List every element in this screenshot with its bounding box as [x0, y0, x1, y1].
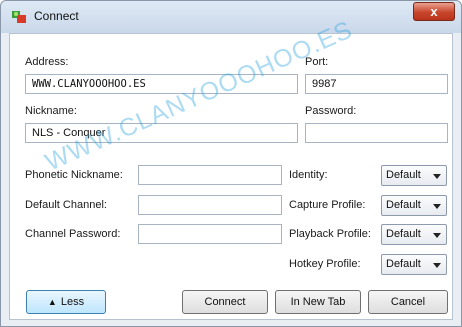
hotkey-profile-select[interactable]: Default [381, 254, 447, 275]
identity-label: Identity: [289, 169, 328, 181]
capture-profile-select[interactable]: Default [381, 195, 447, 216]
default-channel-input[interactable] [138, 195, 282, 215]
playback-profile-label: Playback Profile: [289, 228, 371, 240]
in-new-tab-button[interactable]: In New Tab [275, 290, 361, 314]
hotkey-profile-value: Default [386, 258, 421, 270]
password-label: Password: [305, 105, 357, 117]
phonetic-nickname-input[interactable] [138, 165, 282, 185]
port-label: Port: [305, 56, 329, 68]
password-input[interactable] [305, 123, 448, 143]
connect-dialog: Connect x Address: WWW.CLANYOOOHOO.ES Po… [0, 0, 462, 327]
phonetic-nickname-label: Phonetic Nickname: [25, 169, 123, 181]
identity-value: Default [386, 169, 421, 181]
identity-select[interactable]: Default [381, 165, 447, 186]
port-input[interactable]: 9987 [305, 74, 448, 94]
connect-button[interactable]: Connect [182, 290, 268, 314]
capture-profile-label: Capture Profile: [289, 199, 366, 211]
window-title: Connect [34, 9, 79, 23]
app-icon [12, 11, 26, 23]
default-channel-label: Default Channel: [25, 199, 107, 211]
title-bar: Connect x [1, 1, 461, 33]
cancel-button[interactable]: Cancel [368, 290, 448, 314]
address-input[interactable]: WWW.CLANYOOOHOO.ES [25, 74, 298, 94]
playback-profile-value: Default [386, 228, 421, 240]
capture-profile-value: Default [386, 199, 421, 211]
nickname-label: Nickname: [25, 105, 77, 117]
playback-profile-select[interactable]: Default [381, 224, 447, 245]
nickname-input[interactable]: NLS - Conquer [25, 123, 298, 143]
less-button[interactable]: ▲ Less [26, 290, 106, 314]
close-button[interactable]: x [413, 2, 455, 21]
chevron-down-icon [433, 174, 441, 179]
chevron-down-icon [433, 233, 441, 238]
channel-password-input[interactable] [138, 224, 282, 244]
address-label: Address: [25, 56, 69, 68]
chevron-down-icon [433, 263, 441, 268]
less-button-label: Less [60, 296, 85, 308]
hotkey-profile-label: Hotkey Profile: [289, 258, 361, 270]
chevron-down-icon [433, 204, 441, 209]
chevron-up-icon: ▲ [47, 297, 57, 307]
channel-password-label: Channel Password: [25, 228, 121, 240]
